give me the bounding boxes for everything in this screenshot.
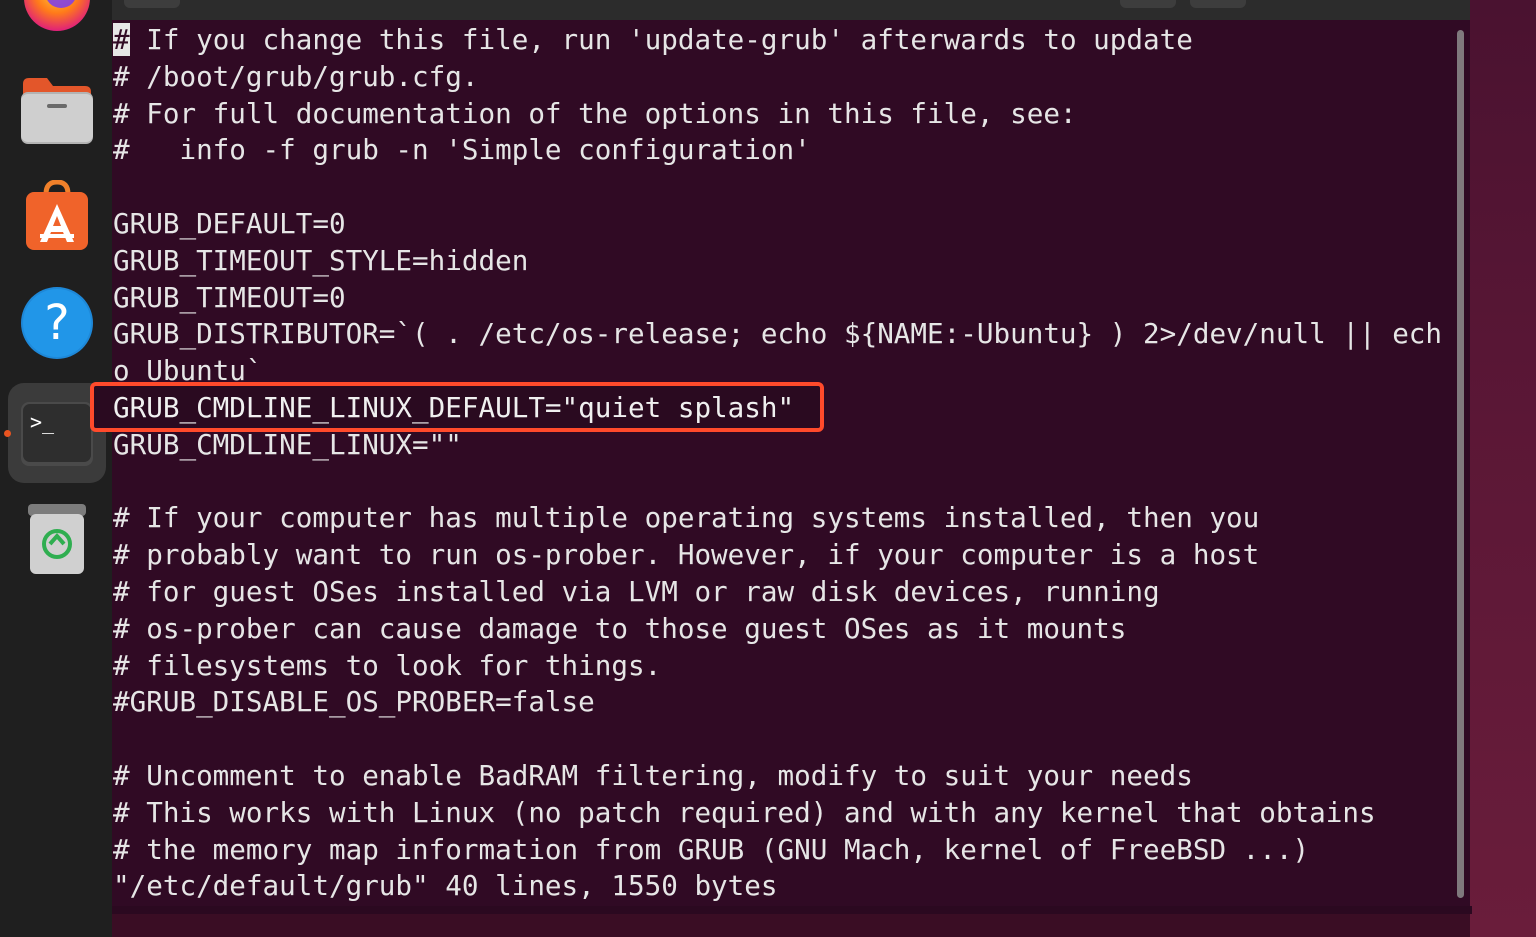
terminal-line: # os-prober can cause damage to those gu… bbox=[113, 611, 1127, 645]
dock: ? >_ bbox=[0, 0, 112, 937]
terminal-line: # /boot/grub/grub.cfg. bbox=[113, 59, 479, 93]
firefox-icon bbox=[21, 0, 93, 36]
terminal-line: GRUB_DISTRIBUTOR=`( . /etc/os-release; e… bbox=[113, 317, 1443, 351]
terminal-line: GRUB_TIMEOUT=0 bbox=[113, 280, 346, 314]
dock-item-trash[interactable] bbox=[19, 500, 95, 576]
svg-text:>_: >_ bbox=[30, 410, 55, 434]
terminal-icon: >_ bbox=[20, 401, 94, 467]
dock-item-terminal[interactable]: >_ bbox=[19, 396, 95, 472]
titlebar-button[interactable] bbox=[1120, 0, 1176, 8]
scrollbar[interactable] bbox=[1457, 30, 1464, 898]
dock-item-files[interactable] bbox=[19, 72, 95, 148]
terminal-content[interactable]: # If you change this file, run 'update-g… bbox=[113, 22, 1442, 905]
dock-item-firefox[interactable] bbox=[19, 0, 95, 36]
help-icon: ? bbox=[19, 285, 95, 361]
terminal-line: # info -f grub -n 'Simple configuration' bbox=[113, 133, 811, 167]
terminal-line: # This works with Linux (no patch requir… bbox=[113, 795, 1376, 829]
window-bottom-edge bbox=[112, 906, 1472, 914]
terminal-line: GRUB_CMDLINE_LINUX="" bbox=[113, 427, 462, 461]
terminal-line: # the memory map information from GRUB (… bbox=[113, 832, 1310, 866]
terminal-line: #GRUB_DISABLE_OS_PROBER=false bbox=[113, 685, 595, 719]
desktop-background bbox=[1470, 0, 1536, 937]
titlebar-button[interactable] bbox=[124, 0, 180, 8]
terminal-line: GRUB_TIMEOUT_STYLE=hidden bbox=[113, 243, 529, 277]
title-bar[interactable] bbox=[112, 0, 1470, 20]
trash-icon bbox=[24, 500, 90, 576]
terminal-line: # filesystems to look for things. bbox=[113, 648, 662, 682]
app-store-icon bbox=[24, 180, 90, 252]
text-cursor: # bbox=[113, 23, 130, 56]
terminal-line: # Uncomment to enable BadRAM filtering, … bbox=[113, 758, 1193, 792]
dock-item-help[interactable]: ? bbox=[19, 285, 95, 361]
terminal-line: # For full documentation of the options … bbox=[113, 96, 1077, 130]
terminal-line: # for guest OSes installed via LVM or ra… bbox=[113, 574, 1160, 608]
folder-icon bbox=[19, 74, 95, 146]
terminal-line: GRUB_DEFAULT=0 bbox=[113, 206, 346, 240]
status-line: "/etc/default/grub" 40 lines, 1550 bytes bbox=[113, 869, 778, 903]
svg-text:?: ? bbox=[44, 295, 69, 351]
running-indicator bbox=[4, 430, 11, 437]
terminal-line: # If you change this file, run 'update-g… bbox=[113, 23, 1193, 56]
highlighted-line: GRUB_CMDLINE_LINUX_DEFAULT="quiet splash… bbox=[113, 391, 795, 424]
terminal-line: # probably want to run os-prober. Howeve… bbox=[113, 538, 1260, 572]
terminal-lines: # /boot/grub/grub.cfg. # For full documen… bbox=[113, 59, 1442, 869]
terminal-line: # If your computer has multiple operatin… bbox=[113, 501, 1260, 535]
dock-item-app-center[interactable] bbox=[19, 178, 95, 254]
titlebar-button[interactable] bbox=[1190, 0, 1246, 8]
